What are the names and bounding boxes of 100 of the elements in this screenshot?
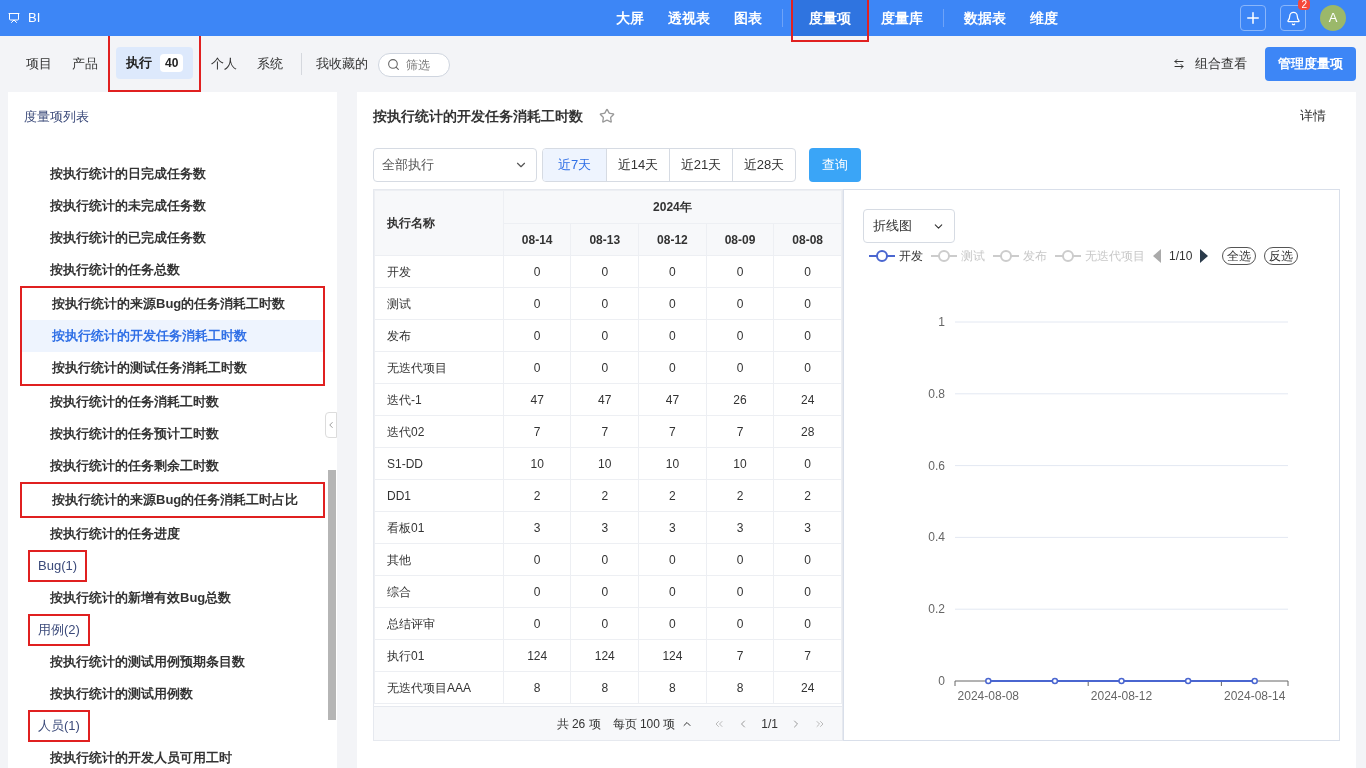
table-cell: 47: [638, 383, 707, 416]
table-cell: 124: [638, 639, 707, 672]
table-cell: 0: [503, 575, 571, 608]
table-cell: 0: [503, 351, 571, 384]
table-cell: 8: [503, 671, 571, 704]
table-cell: 0: [638, 543, 707, 576]
page-indicator: 1/1: [761, 715, 778, 733]
table-cell: 0: [773, 255, 842, 288]
table-cell: 0: [773, 287, 842, 320]
table-cell: 0: [706, 607, 774, 640]
table-cell: 0: [638, 575, 707, 608]
table-cell: 0: [773, 319, 842, 352]
column-header: 执行名称: [374, 190, 504, 256]
table-cell: 7: [638, 415, 707, 448]
table-cell: 24: [773, 383, 842, 416]
table-cell: 0: [706, 575, 774, 608]
table-cell: 26: [706, 383, 774, 416]
table-cell: 47: [503, 383, 571, 416]
table-cell: 0: [706, 351, 774, 384]
table-cell: 0: [503, 607, 571, 640]
table-cell: 0: [773, 447, 842, 480]
table-cell: 综合: [374, 575, 504, 608]
table-cell: 0: [503, 287, 571, 320]
table-cell: 10: [638, 447, 707, 480]
table-cell: 0: [570, 351, 639, 384]
table-cell: 0: [638, 287, 707, 320]
axis-tick-label: 0: [938, 674, 945, 688]
table-cell: 124: [570, 639, 639, 672]
table-cell: 无迭代项目AAA: [374, 671, 504, 704]
table-cell: 0: [638, 351, 707, 384]
column-header: 08-12: [638, 223, 707, 256]
table-cell: 执行01: [374, 639, 504, 672]
column-header: 08-08: [773, 223, 842, 256]
table-cell: 24: [773, 671, 842, 704]
table-cell: 0: [638, 255, 707, 288]
table-cell: 0: [706, 319, 774, 352]
table-cell: 28: [773, 415, 842, 448]
axis-tick-label: 0.6: [928, 458, 945, 473]
sidebar-title: 度量项列表: [23, 108, 90, 126]
axis-tick-label: 2024-08-14: [1224, 689, 1286, 703]
table-cell: 7: [706, 639, 774, 672]
table-cell: 迭代02: [374, 415, 504, 448]
axis-tick-label: 0.2: [928, 602, 945, 617]
metric-title: 按执行统计的开发任务消耗工时数: [373, 106, 583, 126]
table-cell: 7: [570, 415, 639, 448]
axis-tick-label: 2024-08-12: [1090, 689, 1153, 703]
table-cell: 0: [706, 255, 774, 288]
table-cell: 其他: [374, 543, 504, 576]
table-cell: S1-DD: [374, 447, 504, 480]
table-cell: 测试: [374, 287, 504, 320]
table-cell: 3: [706, 511, 774, 544]
table-cell: 0: [570, 543, 639, 576]
table-cell: 3: [570, 511, 639, 544]
table-cell: 2: [638, 479, 707, 512]
notification-badge: 2: [1298, 0, 1310, 10]
table-cell: 2: [570, 479, 639, 512]
legend-page-indicator: 1/10: [1169, 248, 1193, 265]
table-cell: 0: [570, 607, 639, 640]
table-cell: 3: [773, 511, 842, 544]
table-cell: 3: [503, 511, 571, 544]
axis-tick-label: 0.8: [928, 386, 945, 401]
table-cell: 124: [503, 639, 571, 672]
column-header: 08-13: [570, 223, 639, 256]
table-cell: 0: [706, 287, 774, 320]
total-count: 共 26 项: [556, 715, 601, 733]
table-cell: 开发: [374, 255, 504, 288]
table-cell: 2: [773, 479, 842, 512]
table-cell: 0: [570, 575, 639, 608]
table-cell: 0: [638, 607, 707, 640]
table-cell: 0: [773, 575, 842, 608]
table-cell: 0: [638, 319, 707, 352]
table-cell: 无迭代项目: [374, 351, 504, 384]
column-header: 08-14: [503, 223, 571, 256]
table-cell: 发布: [374, 319, 504, 352]
app-name: BI: [28, 9, 41, 28]
axis-tick-label: 1: [938, 315, 945, 329]
axis-tick-label: 2024-08-08: [957, 689, 1019, 703]
table-cell: 7: [503, 415, 571, 448]
table-cell: 10: [706, 447, 774, 480]
column-header: 08-09: [706, 223, 774, 256]
table-cell: 7: [773, 639, 842, 672]
table-cell: 10: [503, 447, 571, 480]
table-cell: 看板01: [374, 511, 504, 544]
table-cell: 8: [638, 671, 707, 704]
table-cell: 0: [773, 607, 842, 640]
table-cell: 10: [570, 447, 639, 480]
table-cell: 0: [706, 543, 774, 576]
axis-tick-label: 0.4: [928, 530, 945, 545]
table-cell: 7: [706, 415, 774, 448]
table-cell: 迭代-1: [374, 383, 504, 416]
table-cell: 0: [503, 543, 571, 576]
table-cell: DD1: [374, 479, 504, 512]
table-cell: 2: [503, 479, 571, 512]
table-cell: 0: [773, 351, 842, 384]
table-cell: 8: [570, 671, 639, 704]
table-cell: 0: [503, 255, 571, 288]
table-cell: 0: [570, 255, 639, 288]
column-group-header: 2024年: [503, 190, 842, 224]
table-cell: 2: [706, 479, 774, 512]
table-cell: 总结评审: [374, 607, 504, 640]
